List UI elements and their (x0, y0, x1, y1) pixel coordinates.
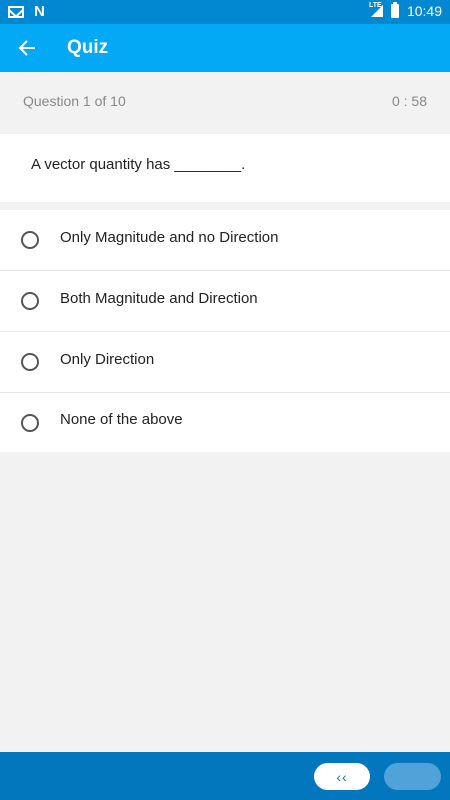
status-bar-right: LTE 10:49 (368, 2, 442, 19)
question-card: A vector quantity has ________. (0, 134, 450, 202)
page-title: Quiz (67, 37, 109, 58)
option-label: Only Magnitude and no Direction (60, 228, 279, 246)
app-bar: Quiz (0, 24, 450, 72)
radio-button[interactable] (21, 413, 39, 432)
status-time: 10:49 (406, 3, 442, 19)
option-label: Both Magnitude and Direction (60, 289, 258, 307)
battery-icon (390, 2, 399, 18)
option-3[interactable]: Only Direction (0, 332, 450, 393)
option-label: None of the above (60, 411, 183, 428)
radio-button[interactable] (21, 292, 39, 310)
radio-button[interactable] (21, 231, 39, 249)
arrow-left-icon (18, 40, 35, 56)
status-bar: N LTE 10:49 (0, 0, 450, 24)
question-info: Question 1 of 10 0 : 58 (0, 72, 450, 132)
answer-options: Only Magnitude and no Direction Both Mag… (0, 210, 450, 452)
previous-button[interactable]: ‹‹ (314, 763, 370, 790)
quiz-timer: 0 : 58 (391, 93, 427, 109)
next-button[interactable] (384, 763, 441, 790)
back-button[interactable] (0, 24, 54, 72)
option-2[interactable]: Both Magnitude and Direction (0, 271, 450, 332)
lte-label: LTE (368, 2, 382, 9)
option-4[interactable]: None of the above (0, 393, 450, 452)
gmail-icon (8, 6, 24, 18)
n-icon: N (34, 3, 45, 20)
bottom-bar: ‹‹ (0, 752, 450, 800)
double-chevron-left-icon: ‹‹ (336, 768, 348, 785)
radio-button[interactable] (21, 353, 39, 371)
lte-signal-icon: LTE (368, 2, 383, 17)
question-text: A vector quantity has ________. (31, 156, 246, 173)
status-bar-left: N (8, 4, 45, 20)
option-1[interactable]: Only Magnitude and no Direction (0, 210, 450, 271)
option-label: Only Direction (60, 350, 155, 368)
question-counter: Question 1 of 10 (23, 93, 126, 109)
